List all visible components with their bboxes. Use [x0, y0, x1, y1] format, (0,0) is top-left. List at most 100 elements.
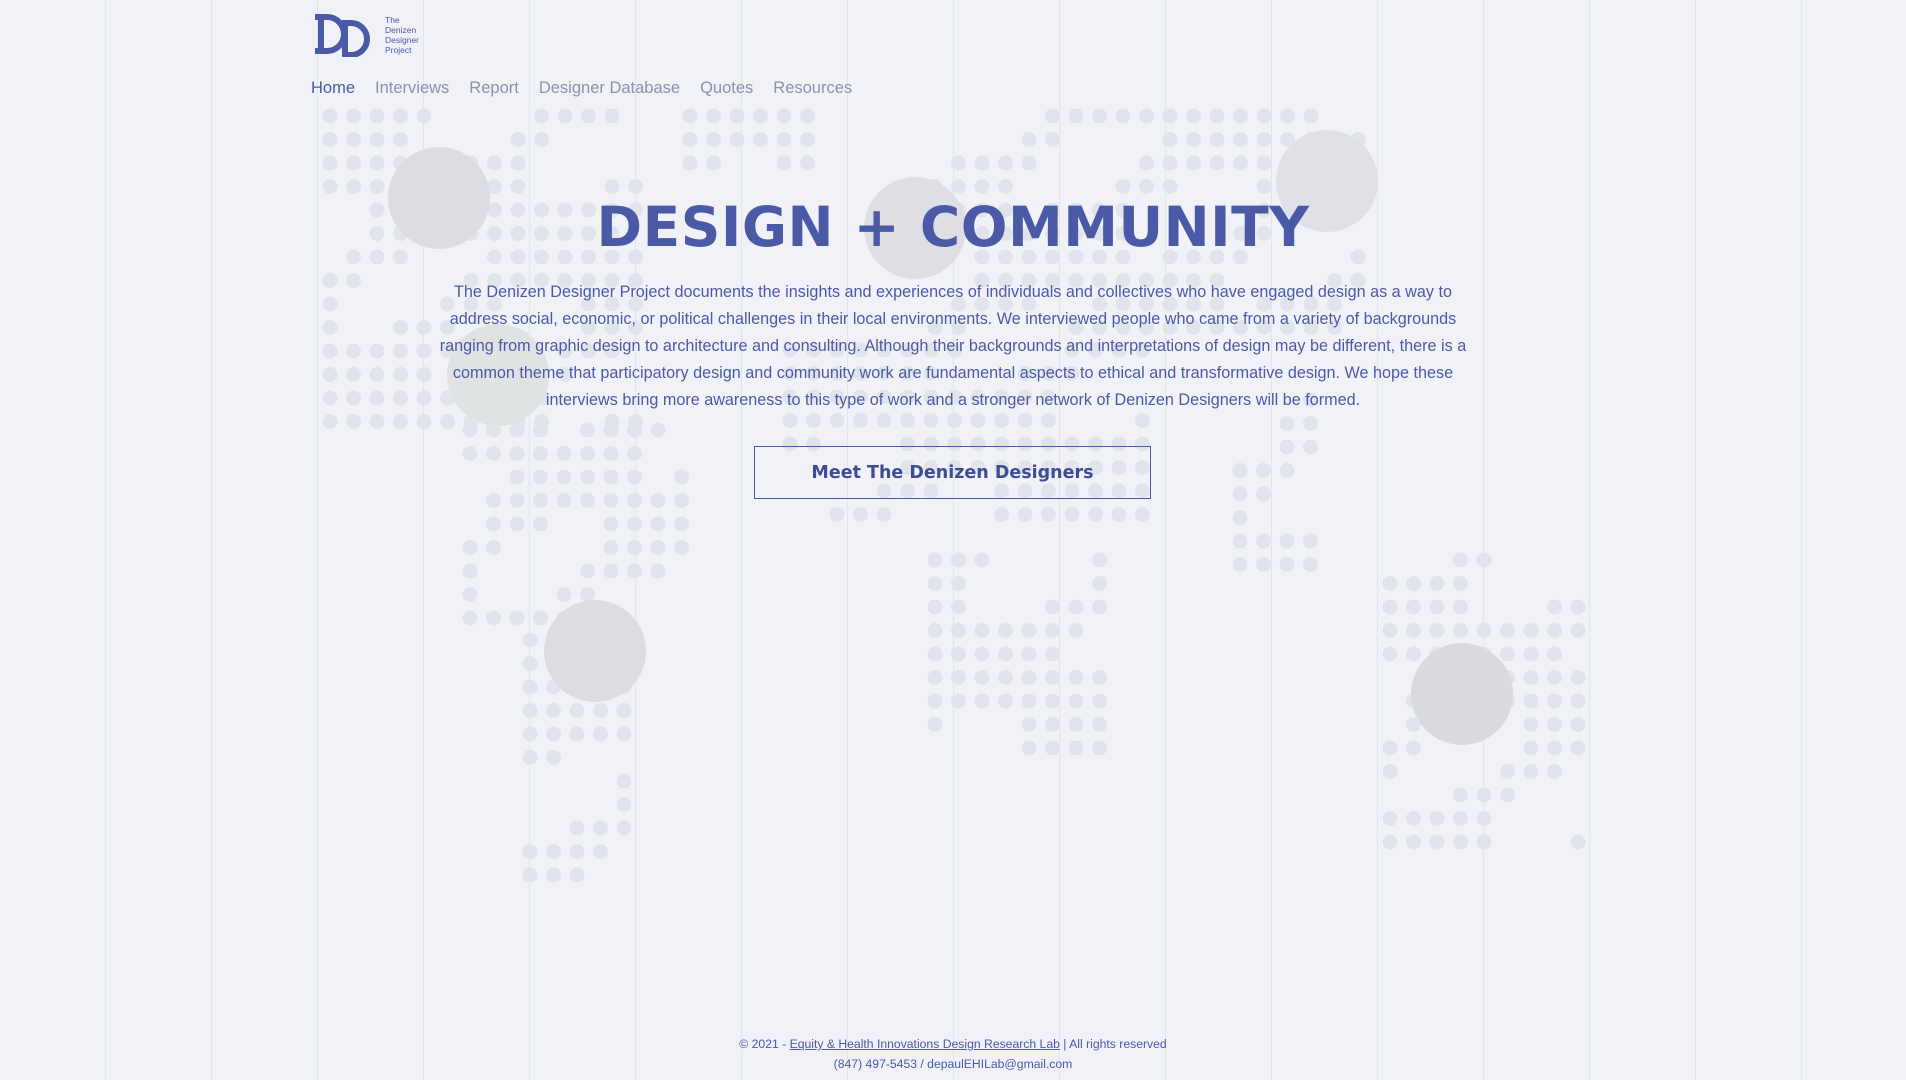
map-dot [509, 493, 525, 508]
map-dot [1570, 717, 1586, 732]
map-dot [1327, 132, 1342, 147]
footer-contact: (847) 497-5453 / depaulEHILab@gmail.com [833, 1057, 1073, 1071]
map-dot [346, 414, 361, 429]
map-dot [1232, 486, 1248, 502]
map-dot [1350, 132, 1366, 147]
map-dot [1570, 834, 1586, 850]
map-dot [974, 179, 990, 194]
map-dot [1350, 179, 1366, 194]
map-dot [593, 703, 608, 718]
map-dot [1068, 670, 1084, 685]
map-dot [369, 390, 385, 406]
map-dot [603, 422, 619, 438]
map-dot [1092, 599, 1107, 615]
map-dot [1256, 132, 1272, 147]
map-dot [927, 552, 943, 568]
map-dot [951, 623, 966, 638]
map-dot [650, 516, 666, 532]
map-dot [1429, 670, 1445, 685]
nav-designer-database[interactable]: Designer Database [539, 79, 680, 98]
map-dot [974, 693, 990, 709]
map-dot [951, 670, 966, 685]
designer-portrait-avatar [1411, 643, 1513, 745]
map-dot [806, 413, 821, 428]
nav-home[interactable]: Home [311, 79, 355, 98]
map-dot [1068, 693, 1084, 709]
map-dot [1256, 533, 1271, 549]
map-dot [509, 469, 525, 485]
map-dot [1429, 646, 1445, 662]
map-dot [463, 155, 479, 171]
map-dot [1303, 155, 1319, 171]
map-dot [650, 563, 666, 579]
site-logo[interactable]: The Denizen Designer Project [311, 13, 419, 57]
map-dot [580, 563, 595, 579]
map-dot [487, 155, 502, 171]
map-dot [533, 422, 548, 438]
map-dot [569, 703, 585, 718]
nav-report[interactable]: Report [469, 79, 519, 98]
footer-lab-link[interactable]: Equity & Health Innovations Design Resea… [790, 1037, 1060, 1051]
map-dot [1476, 646, 1492, 662]
map-dot [753, 108, 768, 124]
map-dot [322, 320, 338, 335]
map-dot [616, 797, 632, 812]
map-dot [322, 390, 338, 406]
nav-resources[interactable]: Resources [773, 79, 852, 98]
meet-designers-button[interactable]: Meet The Denizen Designers [754, 446, 1151, 499]
map-dot [951, 576, 966, 591]
map-dot [1092, 108, 1107, 124]
map-dot [533, 469, 548, 485]
nav-interviews[interactable]: Interviews [375, 79, 449, 98]
map-dot [346, 179, 361, 194]
map-dot [1476, 787, 1492, 803]
map-dot [1500, 623, 1515, 638]
map-dot [674, 493, 689, 508]
map-dot [369, 155, 385, 171]
nav-quotes[interactable]: Quotes [700, 79, 753, 98]
map-dot [533, 446, 548, 461]
map-dot [486, 493, 501, 508]
map-dot [1115, 108, 1131, 124]
map-dot [627, 563, 642, 579]
map-dot [1045, 670, 1060, 685]
map-dot [970, 413, 986, 428]
map-dot [1453, 552, 1468, 568]
map-dot [522, 867, 538, 883]
map-dot [416, 179, 432, 194]
map-dot [1233, 108, 1248, 124]
map-dot [322, 108, 338, 124]
map-dot [546, 679, 561, 695]
map-dot [1045, 646, 1060, 662]
map-dot [580, 587, 595, 602]
map-dot [1279, 557, 1295, 572]
map-dot [1279, 416, 1295, 431]
map-dot [998, 623, 1013, 638]
map-dot [603, 563, 619, 579]
hero-title: DESIGN + COMMUNITY [596, 195, 1310, 259]
map-dot [509, 446, 525, 461]
map-dot [729, 108, 745, 124]
map-dot [487, 414, 502, 429]
map-dot [1280, 132, 1295, 147]
map-dot [322, 179, 338, 194]
designer-portrait-avatar [544, 600, 646, 702]
map-dot [1429, 834, 1445, 850]
map-dot [1453, 623, 1468, 638]
map-dot [1382, 599, 1398, 615]
map-dot [1523, 740, 1539, 756]
map-dot [346, 155, 361, 171]
map-dot [927, 179, 943, 194]
map-dot [674, 516, 689, 532]
map-dot [627, 422, 642, 438]
map-dot [416, 155, 432, 171]
map-dot [322, 343, 338, 359]
map-dot [322, 273, 338, 288]
map-dot [1523, 764, 1539, 779]
map-dot [1453, 787, 1468, 803]
map-dot [510, 179, 526, 194]
map-dot [1547, 717, 1562, 732]
map-dot [1092, 717, 1107, 732]
map-dot [1162, 179, 1178, 194]
map-dot [569, 726, 585, 742]
